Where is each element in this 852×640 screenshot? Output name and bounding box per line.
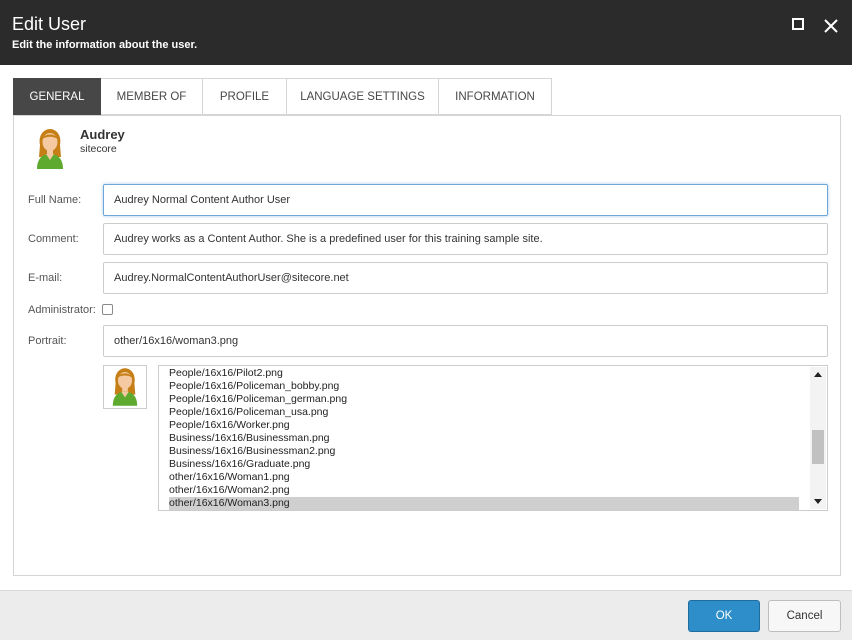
tab-language-settings[interactable]: LANGUAGE SETTINGS xyxy=(287,78,439,115)
list-item[interactable]: Business/16x16/Businessman.png xyxy=(169,432,799,445)
general-panel: Audrey sitecore Full Name: Comment: E-ma… xyxy=(13,115,841,576)
ok-button[interactable]: OK xyxy=(688,600,760,632)
portrait-preview xyxy=(103,365,147,409)
user-name: Audrey xyxy=(80,127,125,142)
list-item[interactable]: People/16x16/Policeman_german.png xyxy=(169,393,799,406)
dialog-subtitle: Edit the information about the user. xyxy=(12,39,198,51)
administrator-label: Administrator: xyxy=(28,304,96,316)
tab-member-of[interactable]: MEMBER OF xyxy=(101,78,203,115)
cancel-button[interactable]: Cancel xyxy=(768,600,841,632)
email-field[interactable] xyxy=(103,262,828,294)
listbox-scrollbar[interactable] xyxy=(810,367,826,509)
dialog-title: Edit User xyxy=(12,14,87,34)
list-item[interactable]: People/16x16/Policeman_bobby.png xyxy=(169,380,799,393)
list-item[interactable]: Business/16x16/Graduate.png xyxy=(169,458,799,471)
close-icon[interactable] xyxy=(821,16,841,36)
full-name-field[interactable] xyxy=(103,184,828,216)
dialog-footer: OK Cancel xyxy=(0,590,852,640)
email-label: E-mail: xyxy=(28,272,63,284)
list-item[interactable]: other/16x16/Woman1.png xyxy=(169,471,799,484)
portrait-label: Portrait: xyxy=(28,335,67,347)
full-name-label: Full Name: xyxy=(28,194,82,206)
scrollbar-thumb[interactable] xyxy=(812,430,824,464)
comment-label: Comment: xyxy=(28,233,79,245)
list-item[interactable]: Business/16x16/Businessman2.png xyxy=(169,445,799,458)
comment-field[interactable] xyxy=(103,223,828,255)
list-item[interactable]: People/16x16/Worker.png xyxy=(169,419,799,432)
administrator-checkbox[interactable] xyxy=(102,304,113,315)
dialog-header: Edit User Edit the information about the… xyxy=(0,0,852,65)
list-item[interactable]: other/16x16/Woman2.png xyxy=(169,484,799,497)
portrait-field[interactable] xyxy=(103,325,828,357)
list-item[interactable]: People/16x16/Policeman_usa.png xyxy=(169,406,799,419)
scroll-down-icon[interactable] xyxy=(814,499,822,504)
list-item-selected[interactable]: other/16x16/Woman3.png xyxy=(169,497,799,510)
scroll-up-icon[interactable] xyxy=(814,372,822,377)
tab-bar: GENERAL MEMBER OF PROFILE LANGUAGE SETTI… xyxy=(13,78,552,115)
tab-information[interactable]: INFORMATION xyxy=(439,78,552,115)
user-avatar-icon xyxy=(34,127,66,171)
portrait-preview-icon xyxy=(112,368,138,406)
tab-profile[interactable]: PROFILE xyxy=(203,78,287,115)
tab-general[interactable]: GENERAL xyxy=(13,78,101,115)
portrait-listbox[interactable]: People/16x16/Pilot2.png People/16x16/Pol… xyxy=(158,365,828,511)
maximize-icon[interactable] xyxy=(790,16,810,36)
list-item[interactable]: People/16x16/Pilot2.png xyxy=(169,367,799,380)
user-domain: sitecore xyxy=(80,143,117,155)
